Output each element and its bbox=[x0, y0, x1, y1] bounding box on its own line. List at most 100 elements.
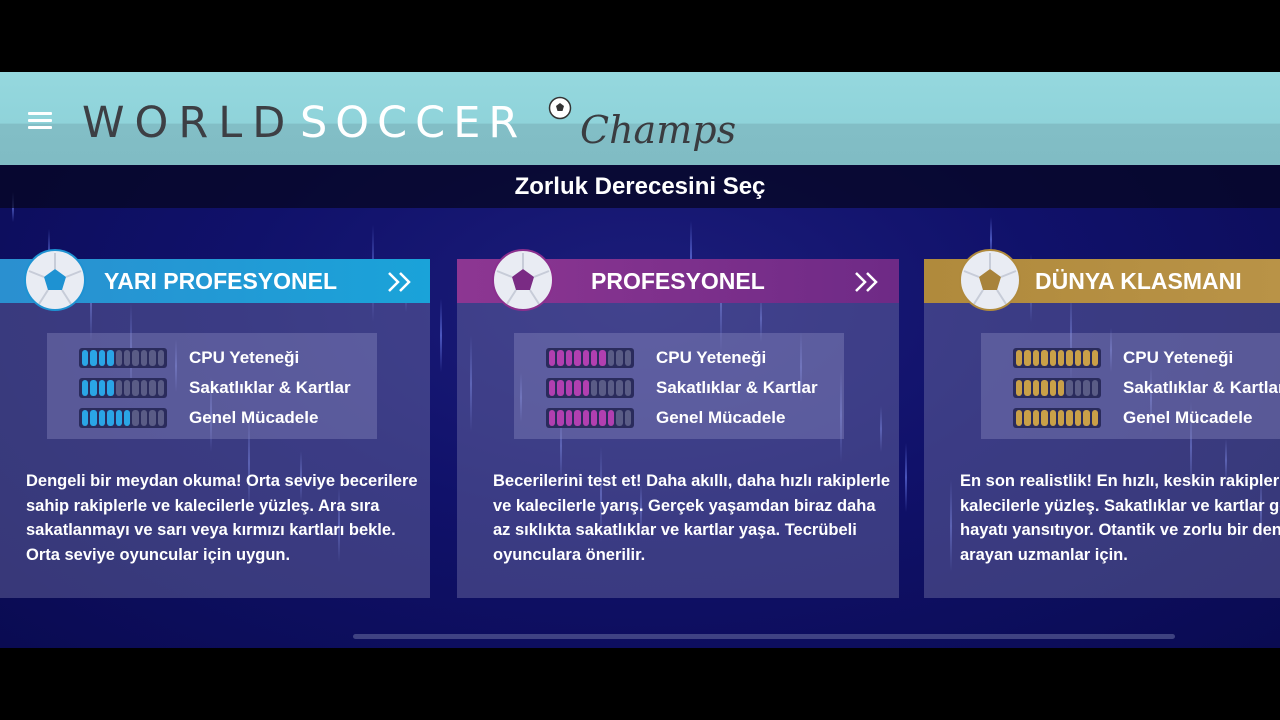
stat-segment bbox=[1024, 410, 1031, 426]
stat-segment bbox=[624, 350, 632, 366]
stat-label: Genel Mücadele bbox=[656, 408, 786, 427]
hamburger-menu-icon[interactable] bbox=[26, 109, 56, 131]
stat-segment bbox=[82, 380, 89, 396]
game-screen: WORLD SOCCER Champs Zorluk Derecesini Se… bbox=[0, 72, 1280, 648]
stat-label: CPU Yeteneği bbox=[656, 348, 767, 367]
stat-segment bbox=[549, 350, 556, 366]
card-title: YARI PROFESYONEL bbox=[104, 268, 338, 294]
stats-panel: CPU Yeteneği Sakatlıklar & Kartlar Genel… bbox=[514, 333, 844, 439]
chevron-right-icon[interactable] bbox=[853, 271, 881, 293]
stat-segment bbox=[1024, 380, 1031, 396]
stat-segment bbox=[616, 350, 623, 366]
soccer-ball-icon bbox=[548, 96, 572, 120]
stat-segment bbox=[1091, 410, 1099, 426]
stat-segment bbox=[107, 380, 114, 396]
stat-segment bbox=[1083, 380, 1090, 396]
stat-bar bbox=[1013, 378, 1101, 398]
card-title: PROFESYONEL bbox=[591, 268, 765, 294]
letterbox-top bbox=[0, 0, 1280, 72]
letterbox-bottom bbox=[0, 648, 1280, 720]
stat-segment bbox=[557, 410, 564, 426]
background-streak bbox=[440, 299, 442, 372]
stat-segment bbox=[132, 410, 139, 426]
top-header: WORLD SOCCER Champs bbox=[0, 72, 1280, 165]
stat-segment bbox=[1058, 350, 1065, 366]
stat-segment bbox=[1049, 410, 1057, 426]
stat-segment bbox=[1041, 380, 1048, 396]
stat-segment bbox=[115, 380, 123, 396]
stat-segment bbox=[1091, 380, 1099, 396]
stat-segment bbox=[1032, 380, 1040, 396]
stat-segment bbox=[1024, 350, 1031, 366]
stat-segment bbox=[1058, 380, 1065, 396]
stat-label: Genel Mücadele bbox=[189, 408, 319, 427]
stat-segment bbox=[124, 380, 131, 396]
stat-segment bbox=[549, 410, 556, 426]
stat-segment bbox=[565, 410, 573, 426]
stat-segment bbox=[1066, 350, 1073, 366]
difficulty-card-world-class[interactable]: DÜNYA KLASMANI CPU Yeteneği Sakatlıklar … bbox=[924, 249, 1280, 598]
stats-panel: CPU Yeteneği Sakatlıklar & Kartlar Genel… bbox=[47, 333, 377, 439]
stat-segment bbox=[157, 410, 165, 426]
card-description: Becerilerini test et! Daha akıllı, daha … bbox=[493, 472, 891, 564]
stat-segment bbox=[132, 380, 139, 396]
stat-segment bbox=[1083, 350, 1090, 366]
stat-label: CPU Yeteneği bbox=[189, 348, 300, 367]
stat-segment bbox=[1074, 350, 1082, 366]
stat-segment bbox=[132, 350, 139, 366]
stat-segment bbox=[1066, 380, 1073, 396]
stat-bar bbox=[546, 348, 634, 368]
soccer-ball-icon bbox=[492, 249, 554, 311]
stat-segment bbox=[624, 380, 632, 396]
horizontal-scrollbar[interactable] bbox=[353, 634, 1175, 639]
stat-segment bbox=[124, 410, 131, 426]
stat-segment bbox=[599, 380, 606, 396]
stat-segment bbox=[582, 410, 590, 426]
stat-label: Sakatlıklar & Kartlar bbox=[656, 378, 818, 397]
card-description: En son realistlik! En hızlı, keskin raki… bbox=[960, 472, 1280, 564]
stat-segment bbox=[1091, 350, 1099, 366]
stat-segment bbox=[124, 350, 131, 366]
stat-segment bbox=[565, 350, 573, 366]
stat-segment bbox=[616, 380, 623, 396]
stat-segment bbox=[607, 380, 615, 396]
title-bar: Zorluk Derecesini Seç bbox=[0, 165, 1280, 208]
stat-segment bbox=[157, 380, 165, 396]
stat-segment bbox=[115, 410, 123, 426]
difficulty-card-semi-pro[interactable]: YARI PROFESYONEL CPU Yeteneği Sakatlıkla… bbox=[0, 249, 430, 598]
stat-label: Sakatlıklar & Kartlar bbox=[1123, 378, 1280, 397]
stat-segment bbox=[1049, 380, 1057, 396]
stat-segment bbox=[582, 350, 590, 366]
chevron-right-icon[interactable] bbox=[386, 271, 414, 293]
stat-bar bbox=[79, 348, 167, 368]
stat-segment bbox=[149, 410, 156, 426]
stat-segment bbox=[582, 380, 590, 396]
difficulty-card-pro[interactable]: PROFESYONEL CPU Yeteneği Sakatlıklar & K… bbox=[457, 249, 899, 598]
card-title: DÜNYA KLASMANI bbox=[1035, 268, 1242, 294]
stat-segment bbox=[140, 410, 148, 426]
stat-segment bbox=[1032, 350, 1040, 366]
stat-segment bbox=[107, 410, 114, 426]
stat-segment bbox=[1041, 410, 1048, 426]
stat-label: Genel Mücadele bbox=[1123, 408, 1253, 427]
stat-segment bbox=[549, 380, 556, 396]
stat-segment bbox=[1016, 350, 1023, 366]
stat-segment bbox=[607, 410, 615, 426]
stat-segment bbox=[115, 350, 123, 366]
stat-segment bbox=[90, 410, 97, 426]
stat-segment bbox=[599, 410, 606, 426]
soccer-ball-icon bbox=[24, 249, 86, 311]
stat-segment bbox=[1049, 350, 1057, 366]
stat-bar bbox=[79, 378, 167, 398]
stats-panel: CPU Yeteneği Sakatlıklar & Kartlar Genel… bbox=[981, 333, 1280, 439]
stat-segment bbox=[98, 380, 106, 396]
card-description: Dengeli bir meydan okuma! Orta seviye be… bbox=[26, 472, 418, 564]
stat-label: Sakatlıklar & Kartlar bbox=[189, 378, 351, 397]
stat-segment bbox=[565, 380, 573, 396]
stat-segment bbox=[1041, 350, 1048, 366]
stat-bar bbox=[546, 378, 634, 398]
stat-bar bbox=[546, 408, 634, 428]
stat-bar bbox=[1013, 348, 1101, 368]
stat-segment bbox=[591, 380, 598, 396]
stat-segment bbox=[149, 350, 156, 366]
